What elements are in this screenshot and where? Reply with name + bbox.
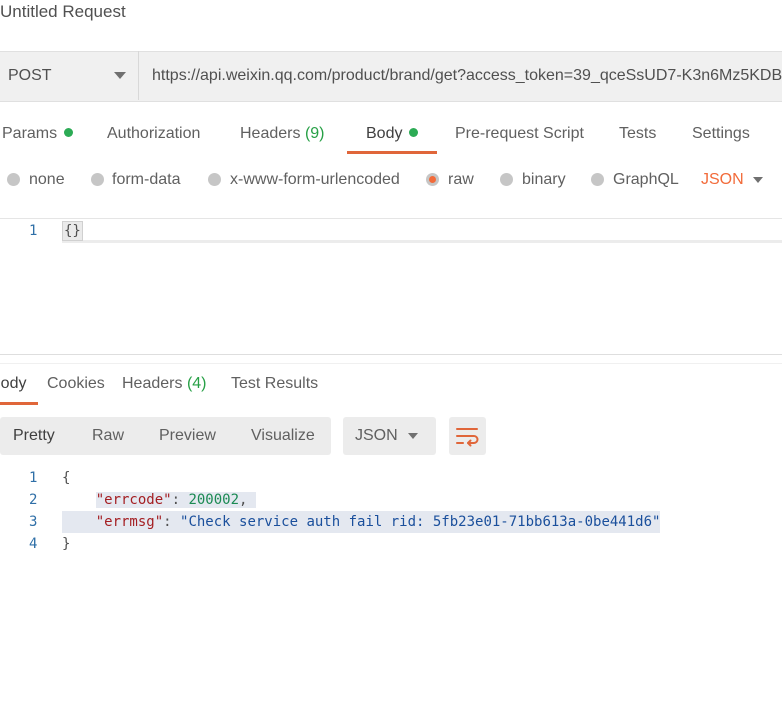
json-number: 200002 [188, 492, 240, 508]
tab-label: Settings [692, 125, 750, 142]
radio-label-raw[interactable]: raw [448, 171, 474, 189]
tab-settings[interactable]: Settings [692, 125, 750, 143]
response-tab-cookies[interactable]: Cookies [47, 375, 105, 393]
active-tab-indicator [347, 151, 437, 154]
json-line-errmsg[interactable]: "errmsg": "Check service auth fail rid: … [62, 511, 661, 533]
line-number: 4 [29, 536, 38, 552]
tab-body[interactable]: Body [366, 125, 419, 143]
tab-label: Params [2, 125, 58, 142]
tab-headers[interactable]: Headers (9) [240, 125, 325, 143]
tab-label: Tests [619, 125, 657, 142]
status-dot-icon [409, 128, 419, 137]
tab-authorization[interactable]: Authorization [107, 125, 200, 143]
radio-x-www-form-urlencoded[interactable] [208, 173, 221, 186]
chevron-down-icon[interactable] [114, 72, 126, 79]
json-string: "Check service auth fail rid: 5fb23e01-7… [180, 514, 661, 530]
tab-tests[interactable]: Tests [619, 125, 656, 143]
radio-binary[interactable] [500, 173, 513, 186]
tab-label: Authorization [107, 125, 201, 142]
radio-graphql[interactable] [591, 173, 604, 186]
tab-label: Body [366, 125, 403, 142]
response-tab-test-results[interactable]: Test Results [231, 375, 318, 393]
radio-label-form-data[interactable]: form-data [112, 171, 180, 189]
divider [0, 363, 782, 364]
radio-label-x-www-form-urlencoded[interactable]: x-www-form-urlencoded [230, 171, 400, 189]
tab-pre-request-script[interactable]: Pre-request Script [455, 125, 584, 143]
json-key: "errmsg" [95, 514, 164, 530]
chevron-down-icon[interactable] [753, 177, 763, 183]
radio-raw[interactable] [426, 173, 439, 186]
status-dot-icon [64, 128, 74, 137]
line-number: 1 [29, 223, 38, 239]
json-line-errcode[interactable]: "errcode": 200002, [62, 489, 256, 511]
wrap-lines-button[interactable] [449, 417, 486, 455]
raw-button[interactable]: Raw [92, 427, 124, 445]
preview-button[interactable]: Preview [159, 427, 216, 445]
method-label[interactable]: POST [8, 67, 52, 85]
tab-label: Pre-request Script [455, 125, 584, 142]
tab-count: (4) [186, 375, 207, 392]
response-tab-headers[interactable]: Headers (4) [122, 375, 207, 393]
tab-label: Headers [240, 125, 301, 142]
pane-divider[interactable] [0, 354, 782, 355]
divider [0, 218, 782, 219]
json-open-brace: { [62, 470, 71, 486]
wrap-lines-icon [456, 428, 479, 447]
json-key: "errcode" [95, 492, 172, 508]
request-body-editor[interactable]: {} [62, 221, 83, 241]
response-tab-body[interactable]: Body [0, 375, 26, 393]
tab-params[interactable]: Params [2, 125, 74, 143]
radio-label-none[interactable]: none [29, 171, 65, 189]
response-format-label[interactable]: JSON [355, 427, 398, 445]
tab-count: (9) [304, 125, 325, 142]
chevron-down-icon[interactable] [408, 433, 418, 439]
line-number: 3 [29, 514, 38, 530]
url-input[interactable]: https://api.weixin.qq.com/product/brand/… [152, 67, 782, 85]
active-line-highlight [62, 221, 782, 243]
tab-label: Headers [122, 375, 183, 392]
line-number: 2 [29, 492, 38, 508]
radio-form-data[interactable] [91, 173, 104, 186]
body-format-select[interactable]: JSON [701, 171, 744, 189]
line-number: 1 [29, 470, 38, 486]
active-tab-indicator [0, 402, 38, 405]
radio-label-binary[interactable]: binary [522, 171, 566, 189]
radio-label-graphql[interactable]: GraphQL [613, 171, 679, 189]
pretty-button[interactable]: Pretty [13, 427, 55, 445]
visualize-button[interactable]: Visualize [251, 427, 315, 445]
request-title[interactable]: Untitled Request [0, 2, 126, 22]
radio-none[interactable] [7, 173, 20, 186]
json-close-brace: } [62, 536, 71, 552]
